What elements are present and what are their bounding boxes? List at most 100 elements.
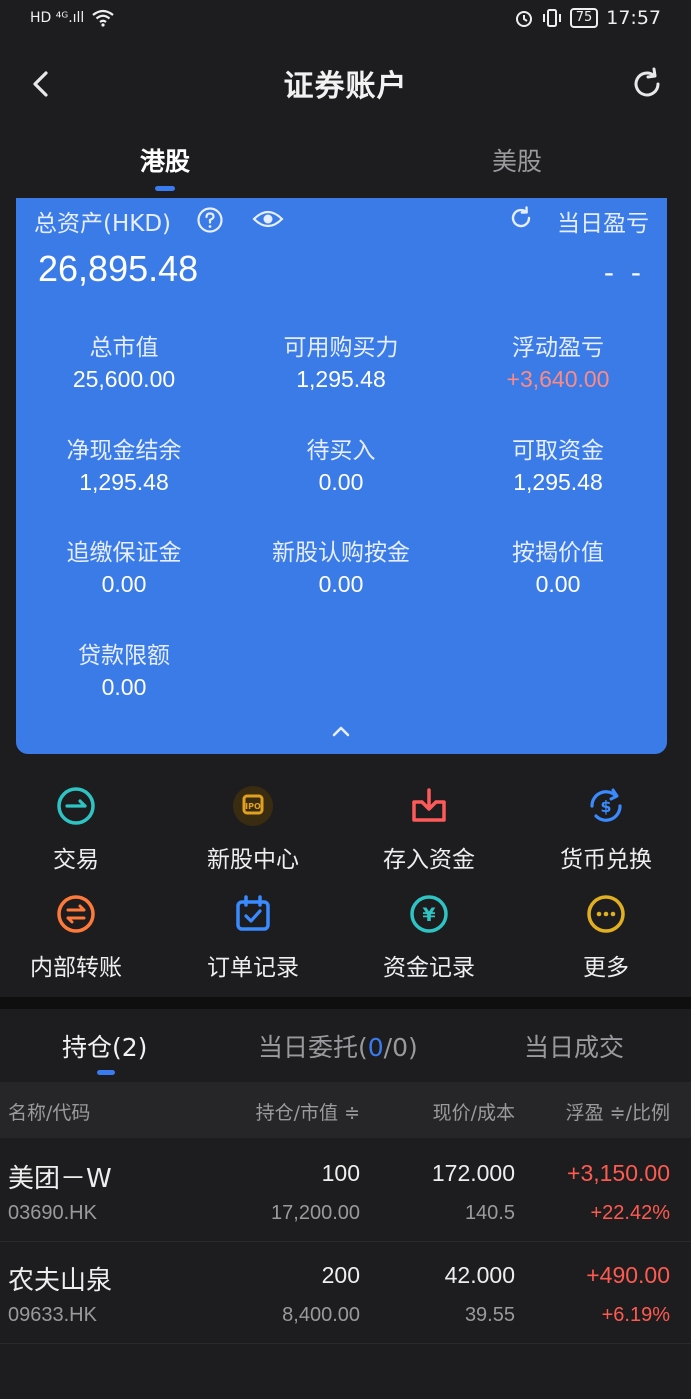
floating-pnl: +3,150.00 bbox=[567, 1160, 670, 1186]
metric-label: 新股认购按金 bbox=[272, 540, 410, 566]
daily-pnl-value: - - bbox=[603, 256, 645, 289]
current-price: 42.000 bbox=[444, 1262, 515, 1288]
column-pnl-ratio[interactable]: 浮盈 ≑/比例 bbox=[566, 1098, 670, 1125]
trade-icon bbox=[57, 787, 95, 825]
pnl-ratio: +6.19% bbox=[601, 1304, 670, 1326]
market-tabs: 港股 美股 bbox=[0, 142, 691, 192]
metric-label: 可取资金 bbox=[512, 438, 604, 464]
table-row[interactable]: 美团－W 03690.HK 100 17,200.00 172.000 140.… bbox=[0, 1140, 691, 1242]
metric-mortgage-value: 按揭价值 0.00 bbox=[450, 533, 666, 598]
metric-buying-power: 可用购买力 1,295.48 bbox=[233, 328, 449, 393]
metric-value: 1,295.48 bbox=[513, 469, 603, 495]
stock-name: 美团－W bbox=[8, 1164, 112, 1194]
orders-count: 0 bbox=[367, 1033, 384, 1062]
stock-name: 农夫山泉 bbox=[8, 1266, 113, 1296]
action-label: 新股中心 bbox=[207, 847, 299, 873]
metric-label: 贷款限额 bbox=[78, 643, 170, 669]
column-price-cost: 现价/成本 bbox=[432, 1102, 515, 1124]
metric-net-cash: 净现金结余 1,295.48 bbox=[16, 431, 232, 496]
more-icon bbox=[587, 895, 625, 933]
action-internal-transfer[interactable]: 内部转账 bbox=[0, 892, 164, 982]
action-order-records[interactable]: 订单记录 bbox=[165, 892, 341, 982]
pnl-ratio: +22.42% bbox=[590, 1202, 670, 1224]
holdings-table-header: 名称/代码 持仓/市值 ≑ 现价/成本 浮盈 ≑/比例 bbox=[0, 1082, 691, 1138]
metric-label: 按揭价值 bbox=[512, 540, 604, 566]
metric-value: 0.00 bbox=[318, 469, 364, 495]
orders-label: 当日委托( bbox=[258, 1033, 368, 1062]
vibrate-icon bbox=[542, 9, 561, 27]
action-label: 交易 bbox=[53, 847, 99, 873]
position-quantity: 200 bbox=[321, 1262, 360, 1288]
clock: 17:57 bbox=[606, 7, 661, 29]
daily-pnl-label: 当日盈亏 bbox=[557, 211, 649, 237]
cost-price: 140.5 bbox=[464, 1202, 515, 1224]
table-row[interactable]: 农夫山泉 09633.HK 200 8,400.00 42.000 39.55 … bbox=[0, 1242, 691, 1344]
daily-pnl-refresh-icon[interactable] bbox=[508, 205, 534, 231]
metric-value: 0.00 bbox=[101, 571, 147, 597]
position-market-value: 17,200.00 bbox=[271, 1202, 360, 1224]
position-market-value: 8,400.00 bbox=[282, 1304, 360, 1326]
chevron-up-icon[interactable] bbox=[328, 722, 354, 740]
tab-today-orders[interactable]: 当日委托(0/0) bbox=[258, 1028, 418, 1064]
metric-label: 可用购买力 bbox=[283, 335, 399, 361]
metric-value: 0.00 bbox=[318, 571, 364, 597]
action-ipo-center[interactable]: IPO 新股中心 bbox=[165, 784, 341, 874]
metric-label: 浮动盈亏 bbox=[512, 335, 604, 361]
metric-floating-pnl: 浮动盈亏 +3,640.00 bbox=[450, 328, 666, 393]
status-bar: HD ⁴ᴳ.ıll 75 17:57 bbox=[0, 0, 691, 36]
action-label: 更多 bbox=[583, 955, 629, 981]
tab-holdings[interactable]: 持仓(2) bbox=[62, 1028, 147, 1064]
page-title: 证券账户 bbox=[283, 69, 408, 104]
action-deposit[interactable]: 存入资金 bbox=[341, 784, 517, 874]
metric-margin-call: 追缴保证金 0.00 bbox=[16, 533, 232, 598]
metric-value: 0.00 bbox=[101, 674, 147, 700]
column-name-code: 名称/代码 bbox=[8, 1102, 91, 1124]
help-icon[interactable] bbox=[196, 206, 224, 234]
cost-price: 39.55 bbox=[464, 1304, 515, 1326]
metric-value: 1,295.48 bbox=[296, 366, 386, 392]
metric-withdrawable: 可取资金 1,295.48 bbox=[450, 431, 666, 496]
metric-loan-limit: 贷款限额 0.00 bbox=[16, 636, 232, 701]
metric-value: 0.00 bbox=[535, 571, 581, 597]
total-assets-label: 总资产(HKD) bbox=[34, 211, 172, 237]
nav-bar: 证券账户 bbox=[0, 52, 691, 114]
active-tab-indicator bbox=[97, 1070, 115, 1075]
eye-icon[interactable] bbox=[252, 206, 284, 232]
tab-us-stocks[interactable]: 美股 bbox=[447, 142, 587, 178]
currency-exchange-icon: $ bbox=[590, 788, 622, 822]
action-currency-exchange[interactable]: $ 货币兑换 bbox=[518, 784, 691, 874]
tab-hk-stocks[interactable]: 港股 bbox=[95, 142, 235, 178]
metric-value: 25,600.00 bbox=[72, 366, 176, 392]
stock-code: 03690.HK bbox=[8, 1202, 97, 1224]
action-trade[interactable]: 交易 bbox=[0, 784, 164, 874]
battery-indicator: 75 bbox=[569, 8, 599, 28]
action-label: 资金记录 bbox=[383, 955, 475, 981]
ipo-icon: IPO bbox=[233, 786, 273, 826]
action-label: 货币兑换 bbox=[560, 847, 652, 873]
floating-pnl: +490.00 bbox=[586, 1262, 670, 1288]
section-divider bbox=[0, 997, 691, 1009]
metric-pending-buy: 待买入 0.00 bbox=[233, 431, 449, 496]
system-indicators: 75 17:57 bbox=[514, 7, 661, 29]
order-record-icon bbox=[236, 895, 270, 931]
active-tab-indicator bbox=[155, 186, 175, 191]
deposit-icon bbox=[412, 788, 446, 822]
action-fund-records[interactable]: ¥ 资金记录 bbox=[341, 892, 517, 982]
action-more[interactable]: 更多 bbox=[518, 892, 691, 982]
signal-indicators: HD ⁴ᴳ.ıll bbox=[30, 9, 115, 27]
metric-value: +3,640.00 bbox=[506, 366, 610, 392]
fund-record-icon: ¥ bbox=[410, 895, 448, 933]
metric-market-value: 总市值 25,600.00 bbox=[16, 328, 232, 393]
svg-text:$: $ bbox=[600, 797, 611, 816]
refresh-icon[interactable] bbox=[627, 64, 667, 104]
tab-today-trades[interactable]: 当日成交 bbox=[524, 1028, 624, 1064]
column-qty-market-value[interactable]: 持仓/市值 ≑ bbox=[256, 1098, 360, 1125]
alarm-icon bbox=[515, 11, 532, 27]
stock-code: 09633.HK bbox=[8, 1304, 97, 1326]
metric-ipo-deposit: 新股认购按金 0.00 bbox=[233, 533, 449, 598]
position-quantity: 100 bbox=[321, 1160, 360, 1186]
back-icon[interactable] bbox=[22, 64, 62, 104]
metric-label: 总市值 bbox=[89, 335, 159, 361]
total-assets-value: 26,895.48 bbox=[38, 248, 199, 289]
metric-label: 待买入 bbox=[306, 438, 376, 464]
